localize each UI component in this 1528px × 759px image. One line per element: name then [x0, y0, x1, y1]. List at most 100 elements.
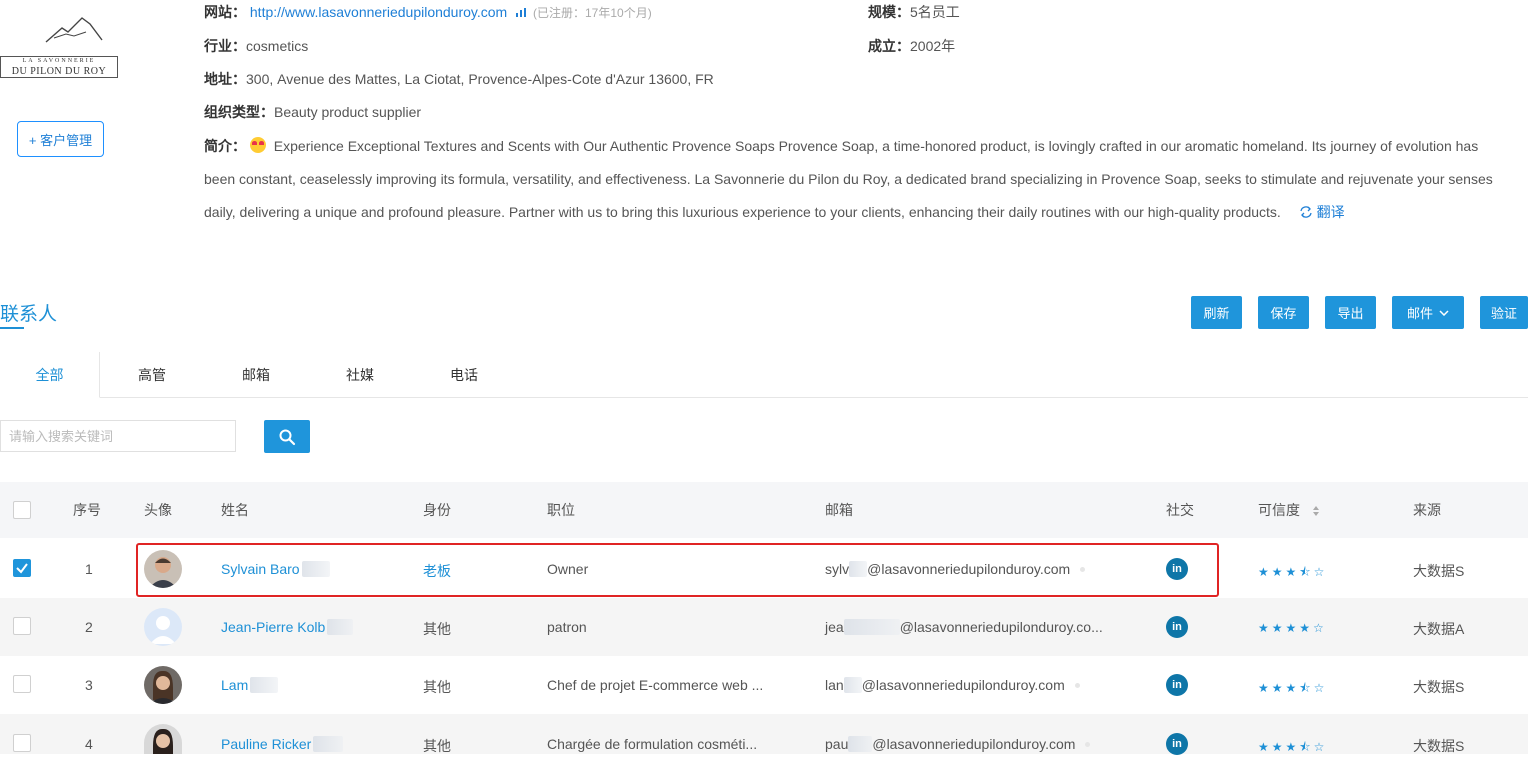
- email-domain: @lasavonneriedupilonduroy.co...: [899, 619, 1103, 635]
- contact-source: 大数据A: [1413, 621, 1465, 637]
- tab-executives[interactable]: 高管: [104, 352, 200, 398]
- tab-all[interactable]: 全部: [0, 352, 100, 398]
- registered-duration: (已注册：17年10个月): [533, 6, 652, 20]
- header-credibility[interactable]: 可信度: [1258, 482, 1320, 538]
- row-checkbox[interactable]: [13, 617, 31, 635]
- redaction-blur: [327, 619, 354, 635]
- email-status-dot: [1085, 742, 1091, 747]
- contact-source: 大数据S: [1413, 563, 1465, 579]
- linkedin-icon[interactable]: in: [1166, 616, 1188, 638]
- founded-value: 2002年: [910, 38, 956, 54]
- contact-email: jea @lasavonneriedupilonduroy.co...: [825, 619, 1103, 635]
- org-type-label: 组织类型：: [204, 104, 274, 120]
- select-all-checkbox[interactable]: [13, 501, 31, 519]
- export-button[interactable]: 导出: [1325, 296, 1376, 329]
- linkedin-icon[interactable]: in: [1166, 733, 1188, 755]
- intro-label: 简介：: [204, 138, 246, 154]
- credibility-stars: ★★★⯪☆: [1258, 681, 1328, 695]
- verify-button[interactable]: 验证: [1480, 296, 1528, 329]
- contact-name: Pauline Ricker: [221, 736, 312, 752]
- email-button-label: 邮件: [1406, 306, 1433, 321]
- search-button[interactable]: [264, 420, 310, 453]
- email-status-dot: [1080, 567, 1086, 572]
- save-button[interactable]: 保存: [1258, 296, 1309, 329]
- email-domain: @lasavonneriedupilonduroy.com: [872, 736, 1076, 752]
- contact-identity: 其他: [423, 621, 451, 637]
- contact-name: Lam: [221, 677, 249, 693]
- logo-line-1: LA SAVONNERIE: [22, 58, 96, 64]
- org-type-value: Beauty product supplier: [274, 104, 422, 120]
- row-checkbox[interactable]: [13, 734, 31, 752]
- contact-email: pau @lasavonneriedupilonduroy.com: [825, 736, 1091, 752]
- email-prefix: sylv: [825, 561, 850, 577]
- redaction-blur: [250, 677, 279, 693]
- header-name: 姓名: [221, 502, 249, 518]
- industry-value: cosmetics: [246, 38, 309, 54]
- contact-identity: 其他: [423, 738, 451, 754]
- tab-social[interactable]: 社媒: [312, 352, 408, 398]
- contact-name: Jean-Pierre Kolb: [221, 619, 326, 635]
- linkedin-icon[interactable]: in: [1166, 674, 1188, 696]
- search-input[interactable]: [0, 420, 236, 452]
- mountain-logo-icon: [45, 17, 103, 43]
- tab-email[interactable]: 邮箱: [208, 352, 304, 398]
- avatar: [144, 550, 182, 588]
- contact-name-link[interactable]: Jean-Pierre Kolb: [221, 619, 354, 635]
- credibility-stars: ★★★⯪☆: [1258, 740, 1328, 754]
- email-dropdown-button[interactable]: 邮件: [1392, 296, 1464, 329]
- redaction-blur: [849, 561, 868, 577]
- contact-name-link[interactable]: Pauline Ricker: [221, 736, 344, 752]
- avatar: [144, 608, 182, 646]
- tab-phone[interactable]: 电话: [416, 352, 512, 398]
- contact-name: Sylvain Baro: [221, 561, 300, 577]
- credibility-label: 可信度: [1258, 502, 1300, 518]
- header-email: 邮箱: [825, 502, 853, 518]
- translate-icon: [1300, 206, 1312, 218]
- org-type-row: 组织类型：Beauty product supplier: [204, 102, 421, 122]
- email-prefix: jea: [825, 619, 844, 635]
- address-value: 300, Avenue des Mattes, La Ciotat, Prove…: [246, 71, 714, 87]
- contact-name-link[interactable]: Sylvain Baro: [221, 561, 330, 577]
- scale-label: 规模：: [868, 4, 910, 20]
- row-checkbox[interactable]: [13, 675, 31, 693]
- email-domain: @lasavonneriedupilonduroy.com: [861, 677, 1065, 693]
- logo-line-2: DU PILON DU ROY: [11, 66, 107, 77]
- credibility-stars: ★★★⯪☆: [1258, 565, 1328, 579]
- email-prefix: lan: [825, 677, 844, 693]
- translate-button[interactable]: 翻译: [1299, 204, 1345, 220]
- contact-source: 大数据S: [1413, 738, 1465, 754]
- contact-position: Chargée de formulation cosméti...: [547, 736, 758, 752]
- company-logo: LA SAVONNERIE DU PILON DU ROY: [0, 14, 122, 82]
- contacts-title-underline: [0, 327, 24, 329]
- contact-identity: 老板: [423, 563, 451, 579]
- contact-email: sylv @lasavonneriedupilonduroy.com: [825, 561, 1086, 577]
- address-row: 地址：300, Avenue des Mattes, La Ciotat, Pr…: [204, 69, 714, 89]
- founded-label: 成立：: [868, 38, 910, 54]
- heart-eyes-emoji-icon: [249, 137, 266, 153]
- chart-icon[interactable]: [515, 6, 529, 18]
- website-link[interactable]: http://www.lasavonneriedupilonduroy.com: [250, 4, 507, 20]
- sort-icon[interactable]: [1312, 505, 1320, 517]
- header-identity: 身份: [423, 502, 451, 518]
- email-status-dot: [1074, 683, 1080, 688]
- contact-name-link[interactable]: Lam: [221, 677, 279, 693]
- credibility-stars: ★★★★☆: [1258, 621, 1327, 635]
- translate-label: 翻译: [1316, 204, 1345, 220]
- contact-email: lan @lasavonneriedupilonduroy.com: [825, 677, 1080, 693]
- website-label: 网站：: [204, 4, 246, 20]
- industry-label: 行业：: [204, 38, 246, 54]
- linkedin-icon[interactable]: in: [1166, 558, 1188, 580]
- row-checkbox[interactable]: [13, 559, 31, 577]
- contact-position: Owner: [547, 561, 589, 577]
- row-index: 2: [85, 619, 93, 635]
- redaction-blur: [313, 736, 344, 752]
- header-source: 来源: [1413, 502, 1441, 518]
- redaction-blur: [843, 677, 862, 693]
- company-intro: 简介： Experience Exceptional Textures and …: [204, 130, 1504, 229]
- search-icon: [279, 429, 296, 445]
- contact-position: Chef de projet E-commerce web ...: [547, 677, 764, 693]
- refresh-button[interactable]: 刷新: [1191, 296, 1242, 329]
- header-position: 职位: [547, 502, 575, 518]
- check-icon: [16, 563, 28, 574]
- customer-management-button[interactable]: + 客户管理: [17, 121, 104, 157]
